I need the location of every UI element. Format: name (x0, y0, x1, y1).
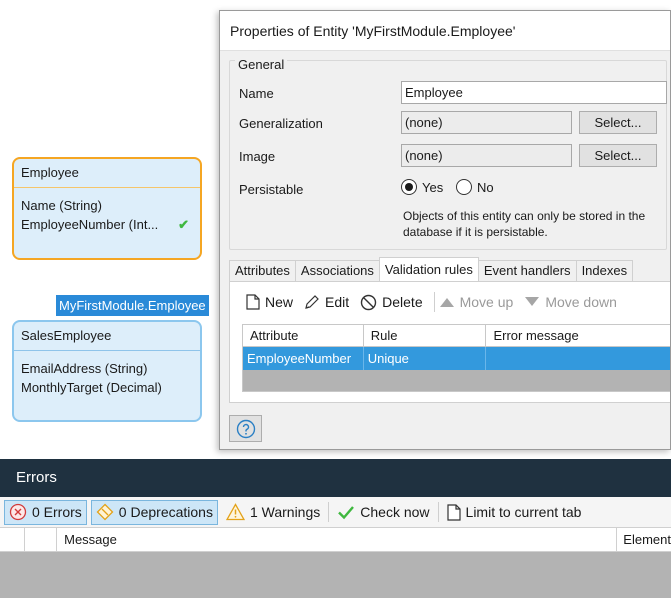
new-button[interactable]: New (246, 294, 293, 310)
deprecations-filter-button[interactable]: 0 Deprecations (90, 499, 218, 525)
errors-list-empty (0, 552, 671, 598)
warnings-count-label: 1 Warnings (249, 504, 321, 520)
cell-error-message (486, 347, 670, 370)
help-icon (236, 419, 255, 438)
persistable-no-radio[interactable]: No (456, 179, 494, 195)
radio-unselected-icon (456, 179, 472, 195)
validation-check-icon: ✔ (178, 217, 189, 232)
move-down-label: Move down (545, 294, 617, 310)
errors-filter-button[interactable]: 0 Errors (4, 499, 87, 525)
deprecation-icon (96, 503, 114, 521)
general-legend: General (235, 57, 288, 72)
errors-toolbar: 0 Errors 0 Deprecations 1 Warnings Check… (0, 497, 671, 528)
properties-tabs: Attributes Associations Validation rules… (229, 257, 634, 282)
grid-empty-area (243, 370, 670, 391)
generalization-label: Generalization (239, 116, 323, 131)
tab-event-handlers[interactable]: Event handlers (477, 260, 577, 282)
delete-label: Delete (382, 294, 423, 310)
image-select-button[interactable]: Select... (579, 144, 657, 167)
help-button[interactable] (229, 415, 262, 442)
grid-header: Attribute Rule Error message (243, 325, 670, 347)
move-down-button[interactable]: Move down (524, 294, 617, 310)
generalization-select-button[interactable]: Select... (579, 111, 657, 134)
generalization-field: (none) (401, 111, 572, 134)
entity-employee[interactable]: Employee Name (String) EmployeeNumber (I… (12, 157, 202, 260)
errors-pane-title: Errors (0, 459, 671, 497)
toolbar-divider (437, 502, 439, 522)
validation-rules-panel: New Edit Delete Move up Move down Attrib… (229, 281, 670, 403)
column-header-message[interactable]: Message (57, 528, 618, 551)
entity-attributes: EmailAddress (String) MonthlyTarget (Dec… (14, 350, 200, 405)
column-header-error-message[interactable]: Error message (486, 325, 670, 346)
limit-tab-label: Limit to current tab (465, 504, 582, 520)
cell-rule: Unique (364, 347, 487, 370)
attribute-label: EmployeeNumber (Int... (21, 217, 159, 232)
table-row[interactable]: EmployeeNumber Unique (243, 347, 670, 370)
radio-selected-icon (401, 179, 417, 195)
edit-label: Edit (325, 294, 350, 310)
limit-to-current-tab-button[interactable]: Limit to current tab (443, 500, 586, 525)
column-header-attribute[interactable]: Attribute (243, 325, 364, 346)
name-label: Name (239, 86, 274, 101)
persistable-yes-radio[interactable]: Yes (401, 179, 443, 195)
new-document-icon (246, 294, 260, 310)
warning-icon (225, 503, 245, 521)
pencil-icon (305, 295, 319, 309)
entity-properties-dialog: Properties of Entity 'MyFirstModule.Empl… (219, 10, 671, 450)
attribute-item[interactable]: EmployeeNumber (Int... ✔ (21, 215, 193, 234)
attribute-item[interactable]: MonthlyTarget (Decimal) (21, 378, 193, 397)
validation-toolbar: New Edit Delete Move up Move down (246, 292, 628, 312)
move-up-button[interactable]: Move up (439, 294, 514, 310)
delete-icon (360, 294, 377, 310)
entity-name: Employee (21, 165, 79, 180)
attribute-item[interactable]: Name (String) (21, 196, 193, 215)
new-label: New (265, 294, 294, 310)
image-label: Image (239, 149, 276, 164)
entity-sales-employee[interactable]: SalesEmployee EmailAddress (String) Mont… (12, 320, 202, 422)
generalization-label: MyFirstModule.Employee (56, 295, 209, 316)
tab-validation-rules[interactable]: Validation rules (378, 257, 479, 281)
checkmark-icon (338, 506, 355, 520)
image-field: (none) (401, 144, 572, 167)
arrow-down-icon (525, 297, 540, 306)
validation-rules-grid: Attribute Rule Error message EmployeeNum… (242, 324, 670, 392)
error-icon (9, 503, 27, 521)
persistable-hint: Objects of this entity can only be store… (403, 209, 646, 239)
entity-attributes: Name (String) EmployeeNumber (Int... ✔ (14, 187, 200, 242)
tab-attributes[interactable]: Attributes (229, 260, 296, 282)
errors-grid-header: Message Element (0, 528, 671, 552)
move-up-label: Move up (459, 294, 514, 310)
toolbar-divider (433, 292, 435, 312)
check-now-button[interactable]: Check now (333, 500, 433, 525)
entity-name: SalesEmployee (21, 328, 112, 343)
radio-label: No (477, 179, 494, 195)
attribute-item[interactable]: EmailAddress (String) (21, 359, 193, 378)
column-header-element[interactable]: Element (617, 528, 671, 551)
toolbar-divider (328, 502, 330, 522)
attribute-label: Name (String) (21, 198, 102, 213)
column-header-icon[interactable] (0, 528, 26, 551)
warnings-filter-button[interactable]: 1 Warnings (222, 500, 324, 525)
tab-associations[interactable]: Associations (294, 260, 380, 282)
dialog-title: Properties of Entity 'MyFirstModule.Empl… (220, 11, 670, 51)
check-now-label: Check now (360, 504, 430, 520)
edit-button[interactable]: Edit (304, 294, 349, 310)
document-icon (446, 503, 461, 521)
deprecations-count-label: 0 Deprecations (118, 504, 213, 520)
name-input[interactable]: Employee (401, 81, 667, 104)
persistable-label: Persistable (239, 182, 304, 197)
tab-indexes[interactable]: Indexes (575, 260, 634, 282)
column-header-rule[interactable]: Rule (364, 325, 487, 346)
delete-button[interactable]: Delete (360, 294, 423, 311)
column-header-blank[interactable] (25, 528, 58, 551)
errors-count-label: 0 Errors (32, 504, 82, 520)
arrow-up-icon (439, 298, 454, 307)
cell-attribute: EmployeeNumber (243, 347, 364, 370)
radio-label: Yes (422, 179, 444, 195)
